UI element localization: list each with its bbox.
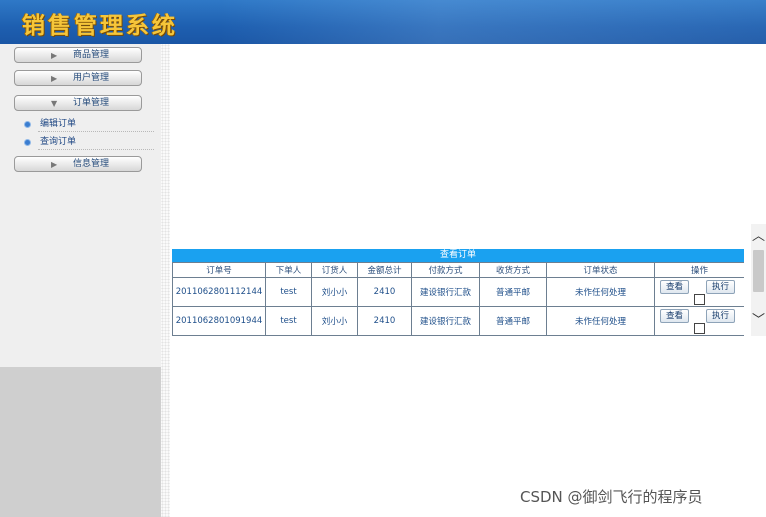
bullet-icon: [24, 121, 31, 128]
menu-product-management[interactable]: ▶ 商品管理: [14, 47, 142, 63]
cell-status: 未作任何处理: [546, 277, 655, 307]
chevron-down-icon: ▼: [51, 99, 58, 108]
header-banner: 销售管理系统: [0, 0, 766, 44]
sidebar-item-label[interactable]: 查询订单: [40, 136, 76, 149]
column-header-payment: 付款方式: [411, 262, 480, 278]
table-title: 查看订单: [172, 249, 744, 262]
table-row: 2011062801091944 test 刘小小 2410 建设银行汇款 普通…: [172, 306, 744, 336]
app-title: 销售管理系统: [22, 13, 178, 39]
view-button[interactable]: 查看: [660, 309, 690, 323]
cell-delivery: 普通平邮: [479, 306, 547, 336]
cell-status: 未作任何处理: [546, 306, 655, 336]
execute-button[interactable]: 执行: [706, 280, 736, 294]
header-decoration: [220, 0, 766, 44]
cell-actions: 查看 执行: [654, 277, 744, 307]
cell-actions: 查看 执行: [654, 306, 744, 336]
dotted-divider: [38, 149, 154, 150]
sidebar-footer-area: [0, 367, 161, 517]
row-select-checkbox[interactable]: [694, 323, 705, 334]
column-header-delivery: 收货方式: [479, 262, 547, 278]
cell-buyer: test: [265, 306, 312, 336]
bullet-icon: [24, 139, 31, 146]
vertical-scrollbar[interactable]: ︿ ﹀: [751, 224, 766, 336]
sidebar-item-label[interactable]: 编辑订单: [40, 118, 76, 131]
view-button[interactable]: 查看: [660, 280, 690, 294]
column-header-buyer: 下单人: [265, 262, 312, 278]
table-row: 2011062801112144 test 刘小小 2410 建设银行汇款 普通…: [172, 277, 744, 307]
cell-order-no: 2011062801091944: [172, 306, 266, 336]
menu-label: 用户管理: [73, 73, 110, 83]
orders-panel: 查看订单 订单号 下单人 订货人 金额总计 付款方式 收货方式 订单状态 操作 …: [172, 249, 744, 337]
chevron-right-icon: ▶: [51, 160, 58, 169]
menu-label: 订单管理: [73, 98, 110, 108]
cell-receiver: 刘小小: [311, 306, 358, 336]
actions-group: 查看 执行: [655, 278, 744, 306]
cell-total: 2410: [357, 306, 412, 336]
column-header-order-no: 订单号: [172, 262, 266, 278]
cell-buyer: test: [265, 277, 312, 307]
column-header-receiver: 订货人: [311, 262, 358, 278]
chevron-right-icon: ▶: [51, 74, 58, 83]
chevron-down-icon[interactable]: ﹀: [751, 310, 766, 332]
column-header-actions: 操作: [654, 262, 744, 278]
execute-button[interactable]: 执行: [706, 309, 736, 323]
table-header-row: 订单号 下单人 订货人 金额总计 付款方式 收货方式 订单状态 操作: [172, 262, 744, 278]
menu-label: 信息管理: [73, 159, 110, 169]
scrollbar-thumb[interactable]: [753, 250, 764, 292]
menu-order-management[interactable]: ▼ 订单管理: [14, 95, 142, 111]
column-header-status: 订单状态: [546, 262, 655, 278]
cell-payment: 建设银行汇款: [411, 306, 480, 336]
row-select-checkbox[interactable]: [694, 294, 705, 305]
frame-divider[interactable]: [161, 44, 170, 517]
cell-delivery: 普通平邮: [479, 277, 547, 307]
menu-info-management[interactable]: ▶ 信息管理: [14, 156, 142, 172]
actions-group: 查看 执行: [655, 307, 744, 335]
watermark: CSDN @御剑飞行的程序员: [520, 488, 703, 506]
cell-total: 2410: [357, 277, 412, 307]
chevron-right-icon: ▶: [51, 51, 58, 60]
cell-receiver: 刘小小: [311, 277, 358, 307]
sidebar: ▶ 商品管理 ▶ 用户管理 ▼ 订单管理 编辑订单 查询订单 ▶ 信息管理: [0, 44, 161, 367]
menu-label: 商品管理: [73, 50, 110, 60]
orders-table: 订单号 下单人 订货人 金额总计 付款方式 收货方式 订单状态 操作 20110…: [172, 262, 744, 336]
dotted-divider: [38, 131, 154, 132]
chevron-up-icon[interactable]: ︿: [751, 226, 766, 248]
cell-payment: 建设银行汇款: [411, 277, 480, 307]
column-header-total: 金额总计: [357, 262, 412, 278]
menu-user-management[interactable]: ▶ 用户管理: [14, 70, 142, 86]
cell-order-no: 2011062801112144: [172, 277, 266, 307]
